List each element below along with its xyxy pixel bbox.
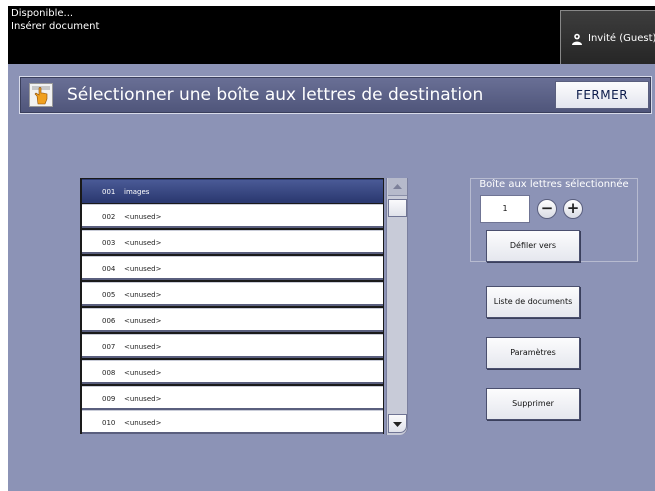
user-icon <box>572 33 582 45</box>
scroll-up-button[interactable] <box>388 178 407 196</box>
list-item[interactable]: 006 <unused> <box>82 308 383 332</box>
scroll-to-button[interactable]: Défiler vers <box>486 230 580 262</box>
title-bar: Sélectionner une boîte aux lettres de de… <box>19 76 652 114</box>
chevron-down-icon <box>393 422 402 427</box>
mailbox-number-label: 006 <box>102 317 116 325</box>
mailbox-number-label: 005 <box>102 291 116 299</box>
close-button[interactable]: FERMER <box>555 81 649 109</box>
mailbox-name-label: <unused> <box>124 343 162 351</box>
mailbox-number-label: 004 <box>102 265 116 273</box>
mailbox-name-label: <unused> <box>124 265 162 273</box>
list-item[interactable]: 002 <unused> <box>82 204 383 228</box>
mailbox-number-field[interactable]: 1 <box>480 195 530 223</box>
list-item[interactable]: 005 <unused> <box>82 282 383 306</box>
delete-button[interactable]: Supprimer <box>486 388 580 420</box>
screen: Disponible... Insérer document Invité (G… <box>0 0 655 491</box>
mailbox-name-label: images <box>124 188 150 196</box>
guest-label: Invité (Guest) <box>588 33 655 44</box>
scroll-down-button[interactable] <box>388 414 407 433</box>
mailbox-name-label: <unused> <box>124 419 162 427</box>
page-title: Sélectionner une boîte aux lettres de de… <box>67 85 484 105</box>
main-area: Sélectionner une boîte aux lettres de de… <box>8 64 655 491</box>
document-list-button[interactable]: Liste de documents <box>486 286 580 318</box>
status-text: Disponible... <box>11 8 74 19</box>
list-item[interactable]: 008 <unused> <box>82 360 383 384</box>
mailbox-number-label: 009 <box>102 395 116 403</box>
status-instruction: Insérer document <box>11 21 100 32</box>
mailbox-name-label: <unused> <box>124 317 162 325</box>
mailbox-name-label: <unused> <box>124 239 162 247</box>
mailbox-name-label: <unused> <box>124 369 162 377</box>
mailbox-number-label: 003 <box>102 239 116 247</box>
mailbox-number-label: 007 <box>102 343 116 351</box>
decrement-button[interactable]: − <box>537 199 557 219</box>
selected-mailbox-heading: Boîte aux lettres sélectionnée <box>479 179 629 190</box>
chevron-up-icon <box>393 184 402 189</box>
list-item[interactable]: 009 <unused> <box>82 386 383 410</box>
status-bar: Disponible... Insérer document Invité (G… <box>8 6 655 64</box>
mailbox-name-label: <unused> <box>124 395 162 403</box>
list-scrollbar[interactable] <box>386 178 408 435</box>
mailbox-name-label: <unused> <box>124 291 162 299</box>
settings-button[interactable]: Paramètres <box>486 337 580 369</box>
scroll-thumb[interactable] <box>388 199 407 217</box>
list-item[interactable]: 004 <unused> <box>82 256 383 280</box>
list-item[interactable]: 003 <unused> <box>82 230 383 254</box>
mailbox-number-label: 001 <box>102 188 116 196</box>
list-item[interactable]: 007 <unused> <box>82 334 383 358</box>
mailbox-number-label: 002 <box>102 213 116 221</box>
list-item[interactable]: 010 <unused> <box>82 410 383 434</box>
guest-user-button[interactable]: Invité (Guest) <box>560 10 655 64</box>
increment-button[interactable]: + <box>563 199 583 219</box>
hand-pointer-icon <box>29 83 53 107</box>
mailbox-number-label: 008 <box>102 369 116 377</box>
mailbox-name-label: <unused> <box>124 213 162 221</box>
list-item[interactable]: 001 images <box>82 179 383 203</box>
mailbox-number-label: 010 <box>102 419 116 427</box>
mailbox-list: 001 images 002 <unused> 003 <unused> 004… <box>80 178 384 434</box>
